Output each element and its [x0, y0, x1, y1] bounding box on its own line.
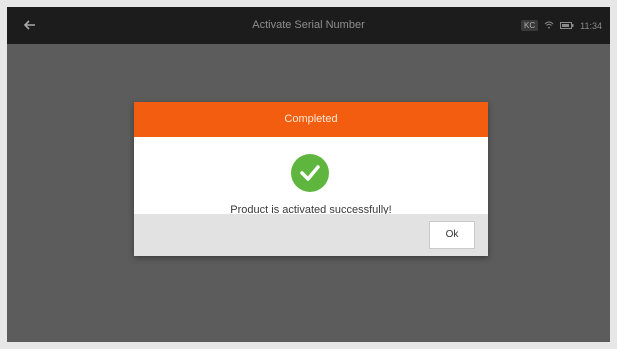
battery-icon: [560, 21, 574, 31]
status-time: 11:34: [580, 20, 602, 31]
page-title: Activate Serial Number: [252, 19, 365, 31]
status-bar: KC 11:34: [521, 7, 602, 44]
check-circle-icon: [291, 154, 329, 192]
ok-button[interactable]: Ok: [429, 221, 475, 249]
activation-dialog: Completed Product is activated successfu…: [134, 102, 488, 256]
wifi-icon: [544, 21, 554, 31]
dialog-title: Completed: [134, 102, 488, 137]
dialog-footer: Ok: [134, 214, 488, 256]
top-bar: Activate Serial Number KC 11:34: [7, 7, 610, 44]
device-screen: Activate Serial Number KC 11:34 Complete…: [7, 7, 610, 342]
status-badge: KC: [521, 20, 539, 31]
